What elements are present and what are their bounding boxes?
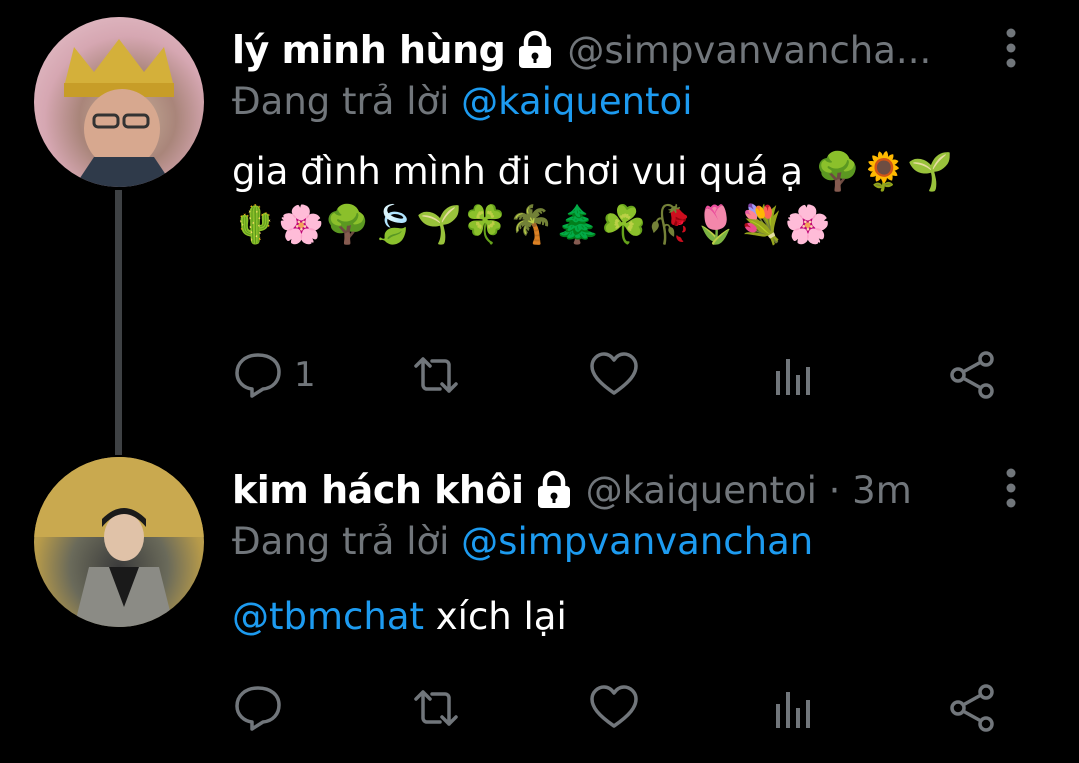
tweet-2[interactable]: kim hách khôi @kaiquentoi · 3m Đang trả …	[0, 440, 1079, 763]
more-options-icon[interactable]	[999, 466, 1023, 510]
lock-icon	[532, 468, 576, 512]
thread-connector	[115, 190, 122, 455]
share-icon	[950, 351, 994, 399]
reply-button[interactable]	[232, 678, 294, 738]
like-button[interactable]	[588, 345, 640, 405]
analytics-icon	[776, 359, 810, 395]
retweet-button[interactable]	[410, 345, 462, 405]
handle-and-time[interactable]: @kaiquentoi · 3m	[586, 469, 912, 512]
tweet-header: lý minh hùng @simpvanvancha...	[232, 24, 972, 76]
replying-to-mention[interactable]: @kaiquentoi	[461, 80, 692, 123]
like-button[interactable]	[588, 678, 640, 738]
text-mention[interactable]: @tbmchat	[232, 595, 424, 638]
more-options-icon[interactable]	[999, 26, 1023, 70]
replying-to-mention[interactable]: @simpvanvanchan	[461, 520, 813, 563]
retweet-icon	[414, 357, 458, 393]
tweet-body: gia đình mình đi chơi vui quá ạ 🌳🌻🌱🌵🌸🌳🍃🌱…	[232, 150, 954, 246]
tweet-actions: 1	[232, 345, 1012, 405]
reply-icon	[235, 686, 281, 731]
analytics-button[interactable]	[768, 345, 820, 405]
avatar[interactable]	[34, 457, 204, 627]
tweet-body: xích lại	[424, 595, 567, 638]
tweet-header: kim hách khôi @kaiquentoi · 3m	[232, 464, 912, 516]
display-name[interactable]: lý minh hùng	[232, 28, 506, 72]
avatar-image	[64, 39, 174, 187]
reply-count: 1	[294, 355, 316, 395]
tweet-text: gia đình mình đi chơi vui quá ạ 🌳🌻🌱🌵🌸🌳🍃🌱…	[232, 145, 992, 251]
avatar-image	[34, 457, 204, 627]
share-button[interactable]	[946, 678, 998, 738]
heart-icon	[590, 685, 638, 728]
analytics-icon	[776, 692, 810, 728]
retweet-icon	[414, 690, 458, 726]
replying-to: Đang trả lời @simpvanvanchan	[232, 520, 813, 563]
heart-icon	[590, 352, 638, 395]
tweet-text: @tbmchat xích lại	[232, 590, 992, 643]
share-icon	[950, 684, 994, 732]
analytics-button[interactable]	[768, 678, 820, 738]
tweet-actions	[232, 678, 1012, 738]
tweet-1[interactable]: lý minh hùng @simpvanvancha... Đang trả …	[0, 0, 1079, 455]
share-button[interactable]	[946, 345, 998, 405]
replying-to-label: Đang trả lời	[232, 80, 450, 123]
lock-icon	[513, 28, 557, 72]
reply-button[interactable]: 1	[232, 345, 316, 405]
replying-to-label: Đang trả lời	[232, 520, 450, 563]
retweet-button[interactable]	[410, 678, 462, 738]
replying-to: Đang trả lời @kaiquentoi	[232, 80, 692, 123]
handle[interactable]: @simpvanvancha...	[567, 29, 931, 72]
display-name[interactable]: kim hách khôi	[232, 468, 524, 512]
avatar[interactable]	[34, 17, 204, 187]
reply-icon	[235, 353, 281, 398]
